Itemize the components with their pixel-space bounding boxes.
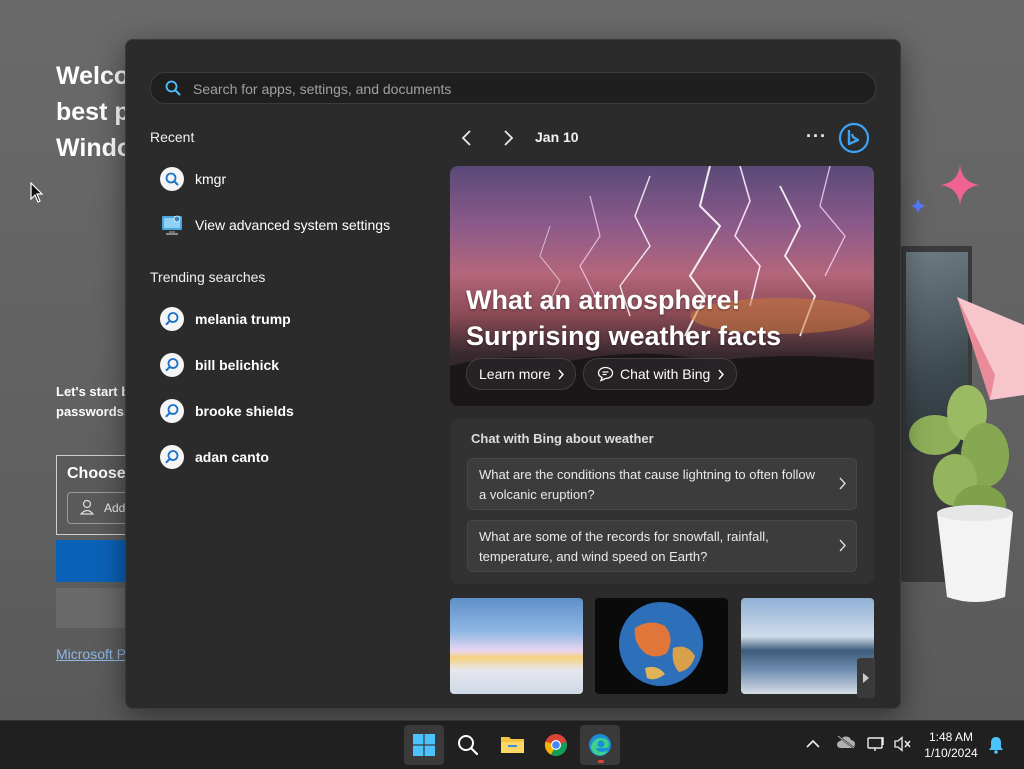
file-explorer-button[interactable]: [492, 725, 532, 765]
thumbnails-scroll-right-button[interactable]: [857, 658, 875, 698]
trending-item-adan-canto[interactable]: adan canto: [150, 438, 440, 476]
trending-heading: Trending searches: [150, 269, 266, 285]
edge-button[interactable]: [580, 725, 620, 765]
trending-item-bill-belichick[interactable]: bill belichick: [150, 346, 440, 384]
background-privacy-link[interactable]: Microsoft P: [56, 646, 126, 662]
chevron-right-icon: [718, 369, 724, 380]
trending-search-icon: [160, 445, 184, 469]
chevron-right-icon: [839, 477, 846, 490]
chevron-right-icon: [839, 539, 846, 552]
network-icon[interactable]: [867, 736, 885, 752]
background-choose-card: Choose Add: [56, 455, 126, 535]
trending-search-icon: [160, 353, 184, 377]
bing-chat-icon[interactable]: [838, 122, 870, 154]
chevron-left-icon[interactable]: [459, 129, 475, 147]
trending-item-brooke-shields[interactable]: brooke shields: [150, 392, 440, 430]
recent-heading: Recent: [150, 129, 195, 145]
search-input[interactable]: [191, 77, 855, 101]
chevron-right-icon: [558, 369, 564, 380]
trending-item-melania-trump[interactable]: melania trump: [150, 300, 440, 338]
volume-muted-icon[interactable]: [894, 736, 912, 752]
background-primary-button[interactable]: [56, 540, 126, 582]
taskbar: 1:48 AM 1/10/2024: [0, 720, 1024, 769]
chat-with-bing-card: Chat with Bing about weather What are th…: [450, 419, 874, 584]
notification-bell-icon[interactable]: [988, 736, 1004, 754]
background-secondary-button[interactable]: [56, 588, 126, 628]
chat-card-title: Chat with Bing about weather: [471, 431, 654, 446]
search-icon: [165, 80, 181, 96]
recent-item-advanced-system-settings[interactable]: View advanced system settings: [150, 206, 440, 244]
more-options-button[interactable]: ···: [806, 126, 827, 147]
recent-item-kmgr[interactable]: kmgr: [150, 160, 440, 198]
thumbnail-snowy-river[interactable]: [741, 598, 874, 694]
chat-question-lightning[interactable]: What are the conditions that cause light…: [467, 458, 857, 510]
chevron-right-icon[interactable]: [500, 129, 516, 147]
mouse-cursor-icon: [30, 182, 44, 203]
chat-question-records[interactable]: What are some of the records for snowfal…: [467, 520, 857, 572]
chat-bubble-icon: [597, 366, 614, 382]
earth-globe-image: [619, 602, 703, 686]
system-clock[interactable]: 1:48 AM 1/10/2024: [920, 729, 982, 761]
user-icon: [80, 499, 94, 515]
background-welcome-heading: Welco best p Windo: [56, 62, 126, 162]
onedrive-icon[interactable]: [836, 735, 856, 749]
hero-card-weather[interactable]: What an atmosphere! Surprising weather f…: [450, 166, 874, 406]
search-box[interactable]: [150, 72, 876, 104]
search-icon: [160, 167, 184, 191]
chat-with-bing-button[interactable]: Chat with Bing: [583, 358, 737, 390]
search-icon: [458, 735, 479, 756]
clock-date: 1/10/2024: [924, 746, 978, 760]
system-settings-icon: [162, 215, 182, 235]
chrome-button[interactable]: [536, 725, 576, 765]
trending-search-icon: [160, 399, 184, 423]
chevron-up-icon[interactable]: [806, 739, 820, 748]
chevron-right-icon: [863, 673, 869, 683]
sparkle-icon: [940, 165, 980, 205]
background-body-text: Let's start b passwords,: [56, 384, 126, 419]
running-indicator: [598, 760, 604, 763]
folder-icon: [501, 737, 524, 753]
cactus-pot-illustration: [909, 385, 1013, 602]
clock-time: 1:48 AM: [928, 730, 974, 744]
thumbnail-rainbow-clouds[interactable]: [450, 598, 583, 694]
edge-icon: [589, 734, 611, 756]
learn-more-button[interactable]: Learn more: [466, 358, 576, 390]
start-button[interactable]: [404, 725, 444, 765]
small-sparkle-icon: [910, 198, 926, 214]
taskbar-search-button[interactable]: [448, 725, 488, 765]
background-add-account-field[interactable]: Add: [67, 492, 125, 524]
windows-logo-icon: [413, 734, 435, 756]
chrome-icon: [544, 734, 567, 756]
hero-title: What an atmosphere! Surprising weather f…: [466, 285, 782, 351]
highlights-date: Jan 10: [535, 129, 579, 145]
thumbnail-earth-globe[interactable]: [595, 598, 728, 694]
search-panel: Recent kmgr View advanced system setting…: [125, 39, 901, 709]
trending-search-icon: [160, 307, 184, 331]
